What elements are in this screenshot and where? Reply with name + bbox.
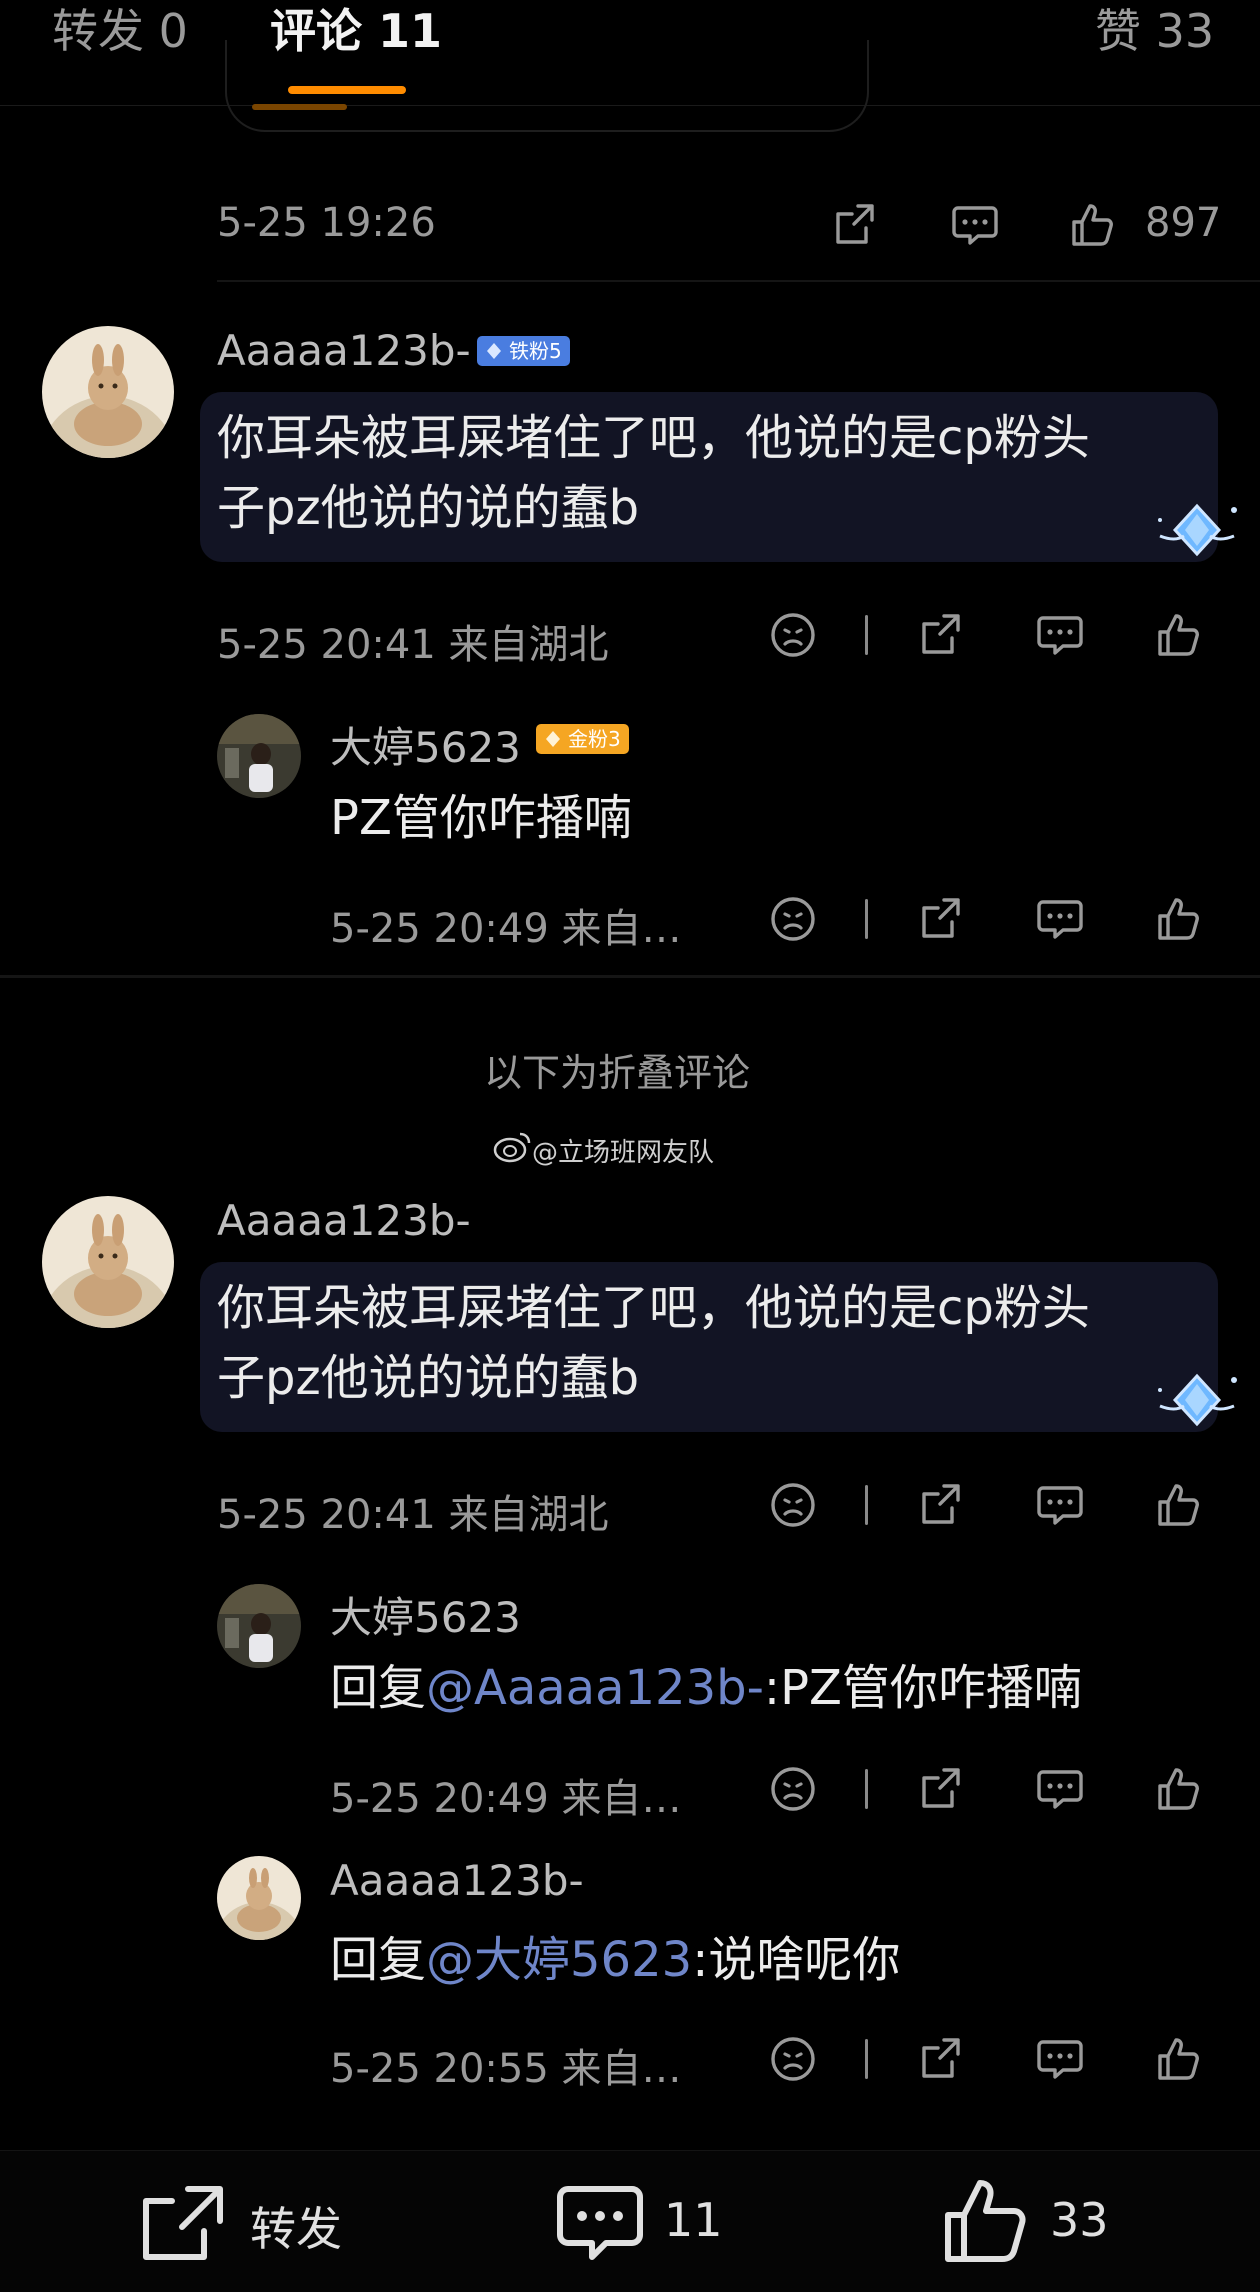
dislike-face-icon[interactable] (766, 892, 820, 946)
folded-comments-label[interactable]: 以下为折叠评论 (484, 1042, 750, 1097)
comment-text-line: 子pz他说的说的蠢b (217, 480, 640, 536)
reply-meta: 5-25 20:55 来自… (330, 2046, 682, 2092)
reply-text: 回复@大婷5623:说啥呢你 (330, 1926, 900, 1994)
reply-text: 回复@Aaaaa123b-:PZ管你咋播喃 (330, 1654, 1082, 1722)
mention-link[interactable]: @大婷5623 (426, 1932, 692, 1988)
comment-username[interactable]: Aaaaa123b- (217, 326, 471, 375)
comment-count: 11 (664, 2193, 723, 2247)
like-count: 33 (1050, 2193, 1109, 2247)
share-icon[interactable] (914, 1478, 968, 1532)
comment-icon[interactable] (1033, 608, 1087, 662)
dislike-face-icon[interactable] (766, 608, 820, 662)
reply-username[interactable]: 大婷5623 (330, 714, 521, 775)
like-icon (945, 2180, 1026, 2262)
comment-icon[interactable] (1033, 2032, 1087, 2086)
fan-badge: 金粉3 (536, 724, 629, 754)
dislike-face-icon[interactable] (766, 1762, 820, 1816)
watermark-text: @立场班网友队 (532, 1138, 715, 1168)
diamond-decoration-icon (1152, 500, 1242, 564)
share-icon[interactable] (914, 2032, 968, 2086)
dislike-face-icon[interactable] (766, 1478, 820, 1532)
separator (865, 899, 868, 939)
share-icon[interactable] (828, 198, 882, 252)
reply-prefix: 回复 (330, 1660, 427, 1716)
avatar[interactable] (217, 1584, 301, 1668)
separator (865, 1485, 868, 1525)
repost-icon (143, 2186, 223, 2260)
separator (865, 2039, 868, 2079)
tab-likes[interactable]: 赞 33 (1095, 0, 1214, 70)
share-icon[interactable] (914, 608, 968, 662)
reply-username[interactable]: Aaaaa123b- (330, 1856, 584, 1905)
like-icon[interactable] (1152, 892, 1206, 946)
avatar[interactable] (42, 326, 174, 458)
like-icon[interactable] (1152, 1762, 1206, 1816)
reply-meta: 5-25 20:49 来自… (330, 906, 682, 952)
comment-text-line: 你耳朵被耳屎堵住了吧，他说的是cp粉头 (217, 410, 1090, 466)
dislike-face-icon[interactable] (766, 2032, 820, 2086)
comment-meta: 5-25 20:41 来自湖北 (217, 622, 609, 668)
section-divider (0, 975, 1260, 978)
previous-card-accent (252, 104, 347, 110)
tab-repost[interactable]: 转发 0 (52, 0, 188, 70)
divider (217, 280, 1260, 282)
like-button[interactable] (940, 2175, 1032, 2267)
reply-prefix: 回复 (330, 1932, 427, 1988)
bottom-action-bar: 转发 11 33 (0, 2150, 1260, 2292)
comment-icon[interactable] (1033, 1762, 1087, 1816)
reply-body: :说啥呢你 (692, 1932, 901, 1988)
avatar[interactable] (42, 1196, 174, 1328)
comment-icon (557, 2186, 643, 2260)
reply-body: :PZ管你咋播喃 (763, 1660, 1082, 1716)
comment-text-line: 你耳朵被耳屎堵住了吧，他说的是cp粉头 (217, 1280, 1090, 1336)
comment-icon[interactable] (948, 198, 1002, 252)
comment-icon[interactable] (1033, 892, 1087, 946)
comment-meta: 5-25 20:41 来自湖北 (217, 1492, 609, 1538)
comment-icon[interactable] (1033, 1478, 1087, 1532)
like-icon[interactable] (1152, 1478, 1206, 1532)
separator (865, 615, 868, 655)
share-icon[interactable] (914, 1762, 968, 1816)
separator (865, 1769, 868, 1809)
weibo-logo-icon (492, 1130, 532, 1164)
avatar[interactable] (217, 714, 301, 798)
like-icon[interactable] (1152, 2032, 1206, 2086)
fan-badge-label: 金粉3 (568, 727, 621, 751)
reply-text: PZ管你咋播喃 (330, 790, 632, 846)
repost-label[interactable]: 转发 (250, 2193, 342, 2259)
like-icon[interactable] (1152, 608, 1206, 662)
avatar[interactable] (217, 1856, 301, 1940)
diamond-icon (487, 343, 501, 359)
comment-timestamp: 5-25 19:26 (217, 200, 436, 246)
fan-badge: 铁粉5 (477, 336, 570, 366)
comment-username[interactable]: Aaaaa123b- (217, 1196, 471, 1245)
previous-card-edge (225, 40, 869, 132)
diamond-decoration-icon (1152, 1370, 1242, 1434)
comment-text-line: 子pz他说的说的蠢b (217, 1350, 640, 1406)
mention-link[interactable]: @Aaaaa123b- (426, 1660, 764, 1716)
like-icon[interactable] (1066, 198, 1120, 252)
reply-username[interactable]: 大婷5623 (330, 1584, 521, 1645)
reply-meta: 5-25 20:49 来自… (330, 1776, 682, 1822)
fan-badge-label: 铁粉5 (509, 339, 562, 363)
diamond-icon (546, 731, 560, 747)
like-count: 897 (1145, 200, 1222, 246)
repost-button[interactable] (136, 2181, 228, 2267)
share-icon[interactable] (914, 892, 968, 946)
comment-button[interactable] (554, 2181, 646, 2267)
